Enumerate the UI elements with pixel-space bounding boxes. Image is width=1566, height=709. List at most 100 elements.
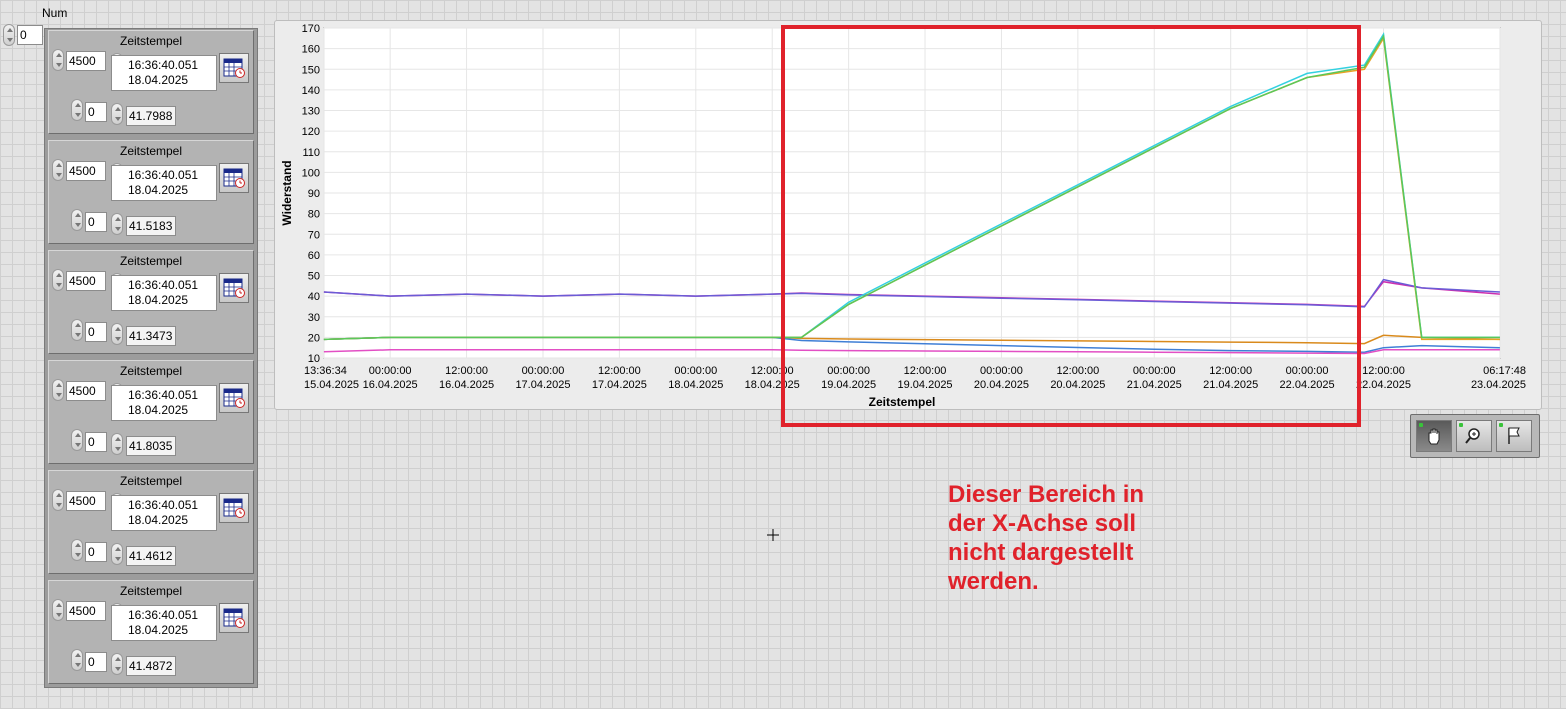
y-tick-label: 20 [308, 332, 320, 344]
index-input[interactable]: 0 [85, 322, 107, 342]
value-display: 41.5183 [126, 216, 176, 236]
time-text: 16:36:40.051 [128, 168, 199, 182]
datetime-field[interactable]: 16:36:40.051 18.04.2025 [111, 495, 217, 531]
zoom-icon[interactable] [1456, 420, 1492, 452]
x-tick-time: 00:00:00 [980, 365, 1023, 377]
time-text: 16:36:40.051 [128, 58, 199, 72]
count-spinner[interactable] [52, 379, 64, 401]
cluster-title: Zeitstempel [119, 144, 183, 158]
timestamp-cluster: Zeitstempel 4500 16:36:40.051 18.04.2025 0 41… [48, 140, 254, 244]
annotation-text: Dieser Bereich in der X-Achse soll nicht… [948, 480, 1248, 596]
value-spinner[interactable] [111, 213, 123, 235]
value-spinner[interactable] [111, 543, 123, 565]
count-input[interactable]: 4500 [66, 601, 106, 621]
index-spinner[interactable] [71, 319, 83, 341]
y-tick-label: 90 [308, 188, 320, 200]
index-spinner[interactable] [71, 99, 83, 121]
count-spinner[interactable] [52, 49, 64, 71]
value-display: 41.4612 [126, 546, 176, 566]
calendar-icon[interactable] [219, 273, 249, 303]
flag-icon[interactable] [1496, 420, 1532, 452]
count-input[interactable]: 4500 [66, 161, 106, 181]
index-spinner[interactable] [71, 539, 83, 561]
calendar-icon[interactable] [219, 603, 249, 633]
datetime-field[interactable]: 16:36:40.051 18.04.2025 [111, 165, 217, 201]
calendar-icon[interactable] [219, 493, 249, 523]
count-spinner[interactable] [52, 489, 64, 511]
date-text: 18.04.2025 [128, 293, 189, 307]
value-spinner[interactable] [111, 103, 123, 125]
date-text: 18.04.2025 [128, 623, 189, 637]
value-spinner[interactable] [111, 433, 123, 455]
x-tick-time: 00:00:00 [522, 365, 565, 377]
index-spinner[interactable] [71, 649, 83, 671]
count-input[interactable]: 4500 [66, 51, 106, 71]
datetime-field[interactable]: 16:36:40.051 18.04.2025 [111, 605, 217, 641]
x-tick-time: 00:00:00 [827, 365, 870, 377]
cluster-title: Zeitstempel [119, 254, 183, 268]
y-tick-label: 30 [308, 312, 320, 324]
num-spinner[interactable] [3, 24, 15, 46]
cluster-title: Zeitstempel [119, 364, 183, 378]
index-input[interactable]: 0 [85, 102, 107, 122]
num-input[interactable]: 0 [17, 25, 43, 45]
x-tick-date: 19.04.2025 [821, 379, 876, 391]
x-tick-date: 22.04.2025 [1280, 379, 1335, 391]
x-tick-date: 22.04.2025 [1356, 379, 1411, 391]
calendar-icon[interactable] [219, 53, 249, 83]
count-spinner[interactable] [52, 599, 64, 621]
graph-palette [1410, 414, 1540, 458]
time-text: 16:36:40.051 [128, 498, 199, 512]
timestamp-cluster: Zeitstempel 4500 16:36:40.051 18.04.2025 0 41… [48, 360, 254, 464]
value-display: 41.7988 [126, 106, 176, 126]
x-tick-date: 16.04.2025 [363, 379, 418, 391]
count-spinner[interactable] [52, 159, 64, 181]
value-display: 41.3473 [126, 326, 176, 346]
y-axis-label: Widerstand [280, 160, 294, 225]
index-input[interactable]: 0 [85, 652, 107, 672]
value-spinner[interactable] [111, 653, 123, 675]
calendar-icon[interactable] [219, 163, 249, 193]
datetime-field[interactable]: 16:36:40.051 18.04.2025 [111, 55, 217, 91]
timestamp-cluster: Zeitstempel 4500 16:36:40.051 18.04.2025 0 41… [48, 30, 254, 134]
y-tick-label: 100 [302, 167, 320, 179]
x-tick-date: 16.04.2025 [439, 379, 494, 391]
timestamp-cluster: Zeitstempel 4500 16:36:40.051 18.04.2025 0 41… [48, 580, 254, 684]
y-tick-label: 50 [308, 271, 320, 283]
pan-hand-icon[interactable] [1416, 420, 1452, 452]
x-tick-date: 18.04.2025 [745, 379, 800, 391]
x-tick-time: 12:00:00 [751, 365, 794, 377]
annotation-line: nicht dargestellt [948, 539, 1134, 566]
x-tick-time: 12:00:00 [445, 365, 488, 377]
x-axis-label: Zeitstempel [869, 395, 936, 409]
count-spinner[interactable] [52, 269, 64, 291]
datetime-field[interactable]: 16:36:40.051 18.04.2025 [111, 385, 217, 421]
index-spinner[interactable] [71, 209, 83, 231]
y-tick-label: 150 [302, 64, 320, 76]
annotation-line: der X-Achse soll [948, 510, 1137, 537]
index-spinner[interactable] [71, 429, 83, 451]
x-tick-date: 21.04.2025 [1127, 379, 1182, 391]
crosshair-cursor-icon [767, 529, 779, 541]
index-input[interactable]: 0 [85, 432, 107, 452]
num-label: Num [42, 6, 68, 20]
y-tick-label: 10 [308, 353, 320, 365]
x-tick-time: 00:00:00 [674, 365, 717, 377]
index-input[interactable]: 0 [85, 542, 107, 562]
y-tick-label: 140 [302, 85, 320, 97]
y-tick-label: 170 [302, 23, 320, 35]
datetime-field[interactable]: 16:36:40.051 18.04.2025 [111, 275, 217, 311]
cluster-title: Zeitstempel [119, 34, 183, 48]
count-input[interactable]: 4500 [66, 271, 106, 291]
count-input[interactable]: 4500 [66, 381, 106, 401]
y-tick-label: 110 [302, 147, 320, 159]
time-text: 16:36:40.051 [128, 388, 199, 402]
x-tick-time: 00:00:00 [1286, 365, 1329, 377]
y-tick-label: 70 [308, 229, 320, 241]
index-input[interactable]: 0 [85, 212, 107, 232]
calendar-icon[interactable] [219, 383, 249, 413]
x-tick-time: 00:00:00 [369, 365, 412, 377]
x-tick-date: 17.04.2025 [515, 379, 570, 391]
count-input[interactable]: 4500 [66, 491, 106, 511]
value-spinner[interactable] [111, 323, 123, 345]
